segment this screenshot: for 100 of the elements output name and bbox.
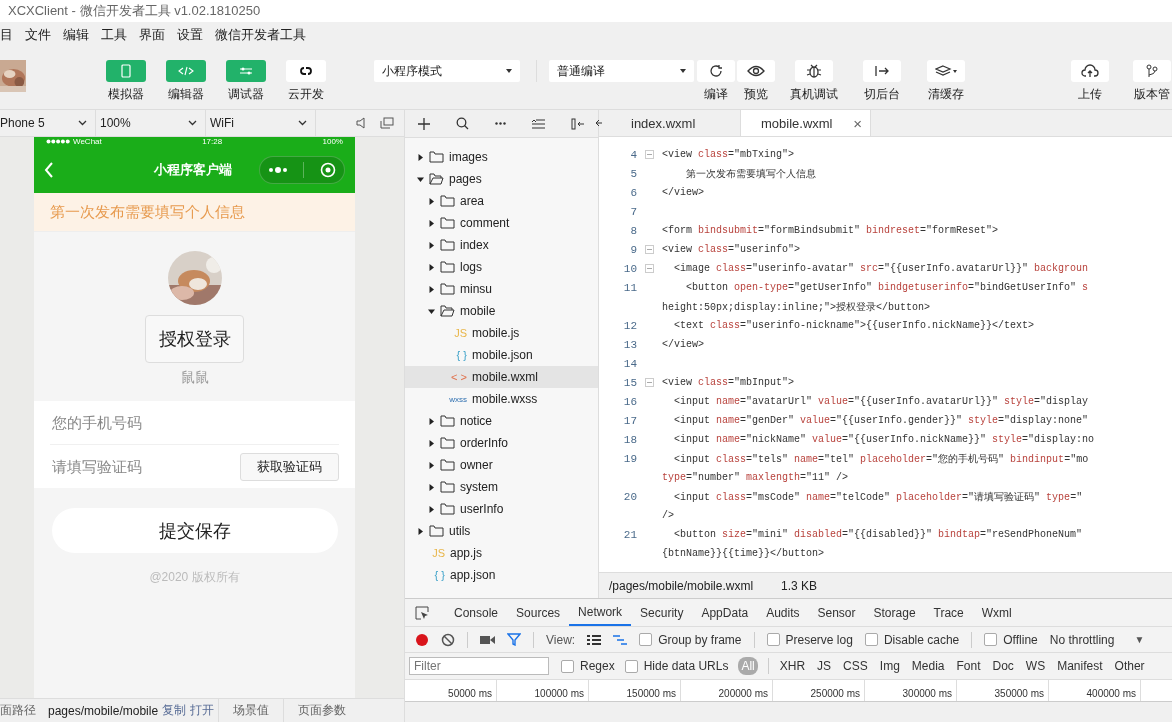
toggle-button[interactable] [226, 60, 267, 82]
toggle-button[interactable] [166, 60, 207, 82]
arrow-icon[interactable] [595, 118, 603, 128]
add-icon[interactable] [418, 117, 430, 130]
menu-item[interactable]: 目 [0, 25, 19, 44]
menu-item[interactable]: 文件 [19, 25, 57, 44]
mode-dropdown[interactable]: 小程序模式 [374, 60, 520, 82]
input-field[interactable]: 请填写验证码 [50, 457, 240, 476]
menu-item[interactable]: 编辑 [57, 25, 95, 44]
toolbar-button[interactable] [697, 60, 735, 82]
devtools-tab[interactable]: Audits [757, 599, 809, 626]
tree-item[interactable]: userInfo [405, 498, 598, 520]
list-icon[interactable] [587, 634, 602, 645]
type-filter[interactable]: Img [878, 657, 901, 675]
devtools-tab[interactable]: Storage [864, 599, 925, 626]
checkbox[interactable]: Preserve log [766, 632, 853, 647]
tree-item[interactable]: JS mobile.js [405, 322, 598, 344]
throttling-dropdown[interactable]: No throttling [1049, 632, 1115, 647]
tree-item[interactable]: orderInfo [405, 432, 598, 454]
status-tab[interactable]: 场景值 [218, 699, 284, 722]
tree-item[interactable]: system [405, 476, 598, 498]
tree-item[interactable]: { } app.json [405, 564, 598, 586]
tree-item[interactable]: utils [405, 520, 598, 542]
link[interactable]: 打开 [190, 702, 215, 719]
filter-field[interactable]: Filter [409, 657, 549, 675]
speaker-icon[interactable] [356, 117, 366, 129]
type-filter[interactable]: Manifest [1056, 657, 1104, 675]
menu-item[interactable]: 设置 [171, 25, 209, 44]
type-filter[interactable]: XHR [778, 657, 807, 675]
checkbox[interactable]: Offline [984, 632, 1038, 647]
clear-icon[interactable] [441, 632, 455, 647]
input-field[interactable]: 您的手机号码 [50, 413, 339, 432]
menu-item[interactable]: 工具 [95, 25, 133, 44]
type-filter[interactable]: WS [1024, 657, 1047, 675]
tree-item[interactable]: area [405, 190, 598, 212]
login-button[interactable]: 授权登录 [145, 315, 244, 363]
type-filter[interactable]: Media [910, 657, 946, 675]
type-filter[interactable]: CSS [842, 657, 869, 675]
devtools-tab[interactable]: Trace [924, 599, 973, 626]
zoom-dropdown[interactable]: 100% [96, 110, 206, 136]
tree-item[interactable]: comment [405, 212, 598, 234]
editor-tab[interactable]: mobile.wxml × [741, 110, 871, 136]
checkbox[interactable]: Disable cache [864, 632, 960, 647]
checkbox[interactable]: Hide data URLs [624, 659, 729, 673]
record-icon[interactable] [415, 632, 429, 647]
devtools-tab[interactable]: Sensor [808, 599, 865, 626]
dropdown-caret[interactable]: ▼ [1134, 634, 1145, 645]
waterfall-icon[interactable] [613, 634, 628, 645]
toolbar-button[interactable] [737, 60, 775, 82]
type-filter[interactable]: JS [816, 657, 833, 675]
toolbar-button[interactable] [863, 60, 901, 82]
toolbar-button[interactable] [795, 60, 833, 82]
device-dropdown[interactable]: Phone 5 [0, 110, 96, 136]
more-icon[interactable] [495, 122, 506, 125]
get-code-button[interactable]: 获取验证码 [240, 452, 339, 481]
capsule-menu[interactable] [259, 155, 345, 184]
inspect-icon[interactable] [415, 605, 429, 620]
filter-icon[interactable] [507, 633, 521, 646]
code-line: </view> [662, 339, 704, 350]
tree-item[interactable]: { } mobile.json [405, 344, 598, 366]
close-button[interactable]: × [853, 114, 862, 132]
collapse-icon[interactable] [532, 118, 545, 129]
type-filter[interactable]: Doc [991, 657, 1015, 675]
tree-item[interactable]: owner [405, 454, 598, 476]
devtools-tab[interactable]: Wxml [972, 599, 1021, 626]
refresh-icon [709, 64, 723, 78]
toggle-button[interactable] [106, 60, 147, 82]
menu-item[interactable]: 微信开发者工具 [209, 25, 312, 44]
checkbox[interactable]: Group by frame [639, 632, 742, 647]
status-tab[interactable]: 页面参数 [283, 699, 361, 722]
link[interactable]: 复制 [162, 702, 187, 719]
network-dropdown[interactable]: WiFi [206, 110, 316, 136]
tree-item[interactable]: mobile [405, 300, 598, 322]
tree-item[interactable]: wxss mobile.wxss [405, 388, 598, 410]
toggle-button[interactable] [286, 60, 327, 82]
tree-item[interactable]: logs [405, 256, 598, 278]
toolbar-button[interactable] [1071, 60, 1109, 82]
compile-dropdown[interactable]: 普通编译 [548, 60, 694, 82]
devtools-tab[interactable]: Console [445, 599, 508, 626]
camera-icon[interactable] [480, 634, 495, 645]
devtools-tab[interactable]: AppData [692, 599, 758, 626]
tree-item[interactable]: minsu [405, 278, 598, 300]
checkbox[interactable]: Regex [561, 659, 615, 673]
toolbar-button[interactable] [927, 60, 965, 82]
search-icon[interactable] [456, 117, 469, 130]
devtools-tab[interactable]: Sources [507, 599, 570, 626]
type-filter[interactable]: Other [1113, 657, 1146, 675]
tree-item[interactable]: JS app.js [405, 542, 598, 564]
type-filter[interactable]: Font [955, 657, 982, 675]
menu-item[interactable]: 界面 [133, 25, 171, 44]
submit-button[interactable]: 提交保存 [51, 508, 338, 553]
panel-toggle-icon[interactable] [571, 117, 585, 130]
window-icon[interactable] [380, 117, 394, 129]
tree-item[interactable]: images [405, 146, 598, 168]
devtools-tab[interactable]: Security [631, 599, 693, 626]
tree-item[interactable]: < > mobile.wxml [405, 366, 598, 388]
tree-item[interactable]: index [405, 234, 598, 256]
back-icon[interactable] [44, 161, 54, 178]
tree-item[interactable]: pages [405, 168, 598, 190]
tree-item[interactable]: notice [405, 410, 598, 432]
